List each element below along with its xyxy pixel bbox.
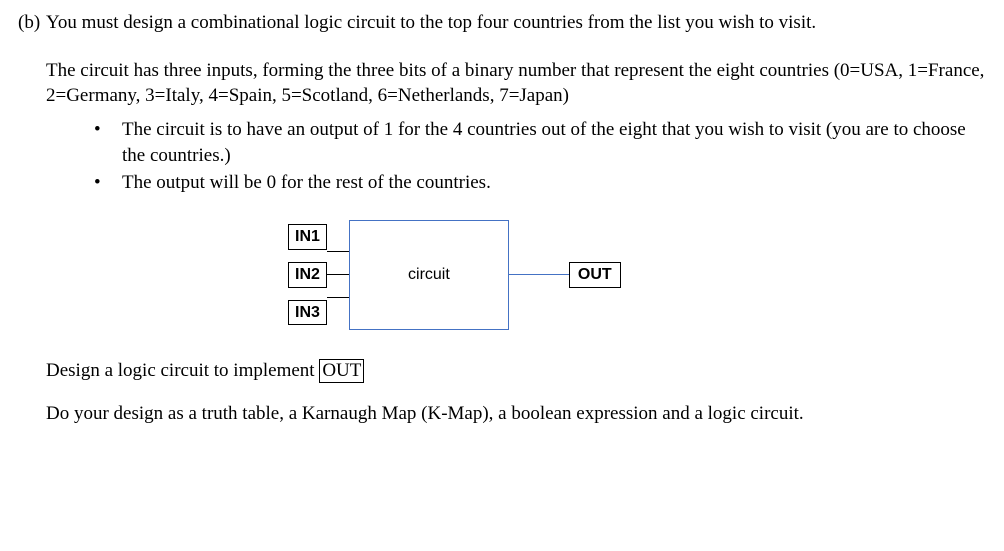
circuit-diagram: IN1 IN2 IN3 circuit OUT <box>18 220 986 330</box>
input-in1: IN1 <box>288 224 327 250</box>
circuit-box: circuit <box>349 220 509 330</box>
wire-in3 <box>327 297 349 298</box>
question-header: (b) You must design a combinational logi… <box>18 10 986 36</box>
wire-in1 <box>327 251 349 252</box>
input-in2: IN2 <box>288 262 327 288</box>
input-wires <box>327 239 349 310</box>
final-instruction: Do your design as a truth table, a Karna… <box>18 401 986 427</box>
question-label: (b) <box>18 10 46 36</box>
design-prefix: Design a logic circuit to implement <box>46 360 319 381</box>
list-item: The circuit is to have an output of 1 fo… <box>94 117 986 168</box>
bullet-list: The circuit is to have an output of 1 fo… <box>18 117 986 196</box>
question-text: You must design a combinational logic ci… <box>46 10 986 36</box>
input-column: IN1 IN2 IN3 <box>288 224 327 325</box>
paragraph-intro: The circuit has three inputs, forming th… <box>18 58 986 109</box>
wire-in2 <box>327 274 349 275</box>
wire-out <box>509 274 569 275</box>
output-out: OUT <box>569 262 621 288</box>
design-instruction: Design a logic circuit to implement OUT <box>18 358 986 384</box>
design-out-boxed: OUT <box>319 359 364 383</box>
list-item: The output will be 0 for the rest of the… <box>94 170 986 196</box>
input-in3: IN3 <box>288 300 327 326</box>
